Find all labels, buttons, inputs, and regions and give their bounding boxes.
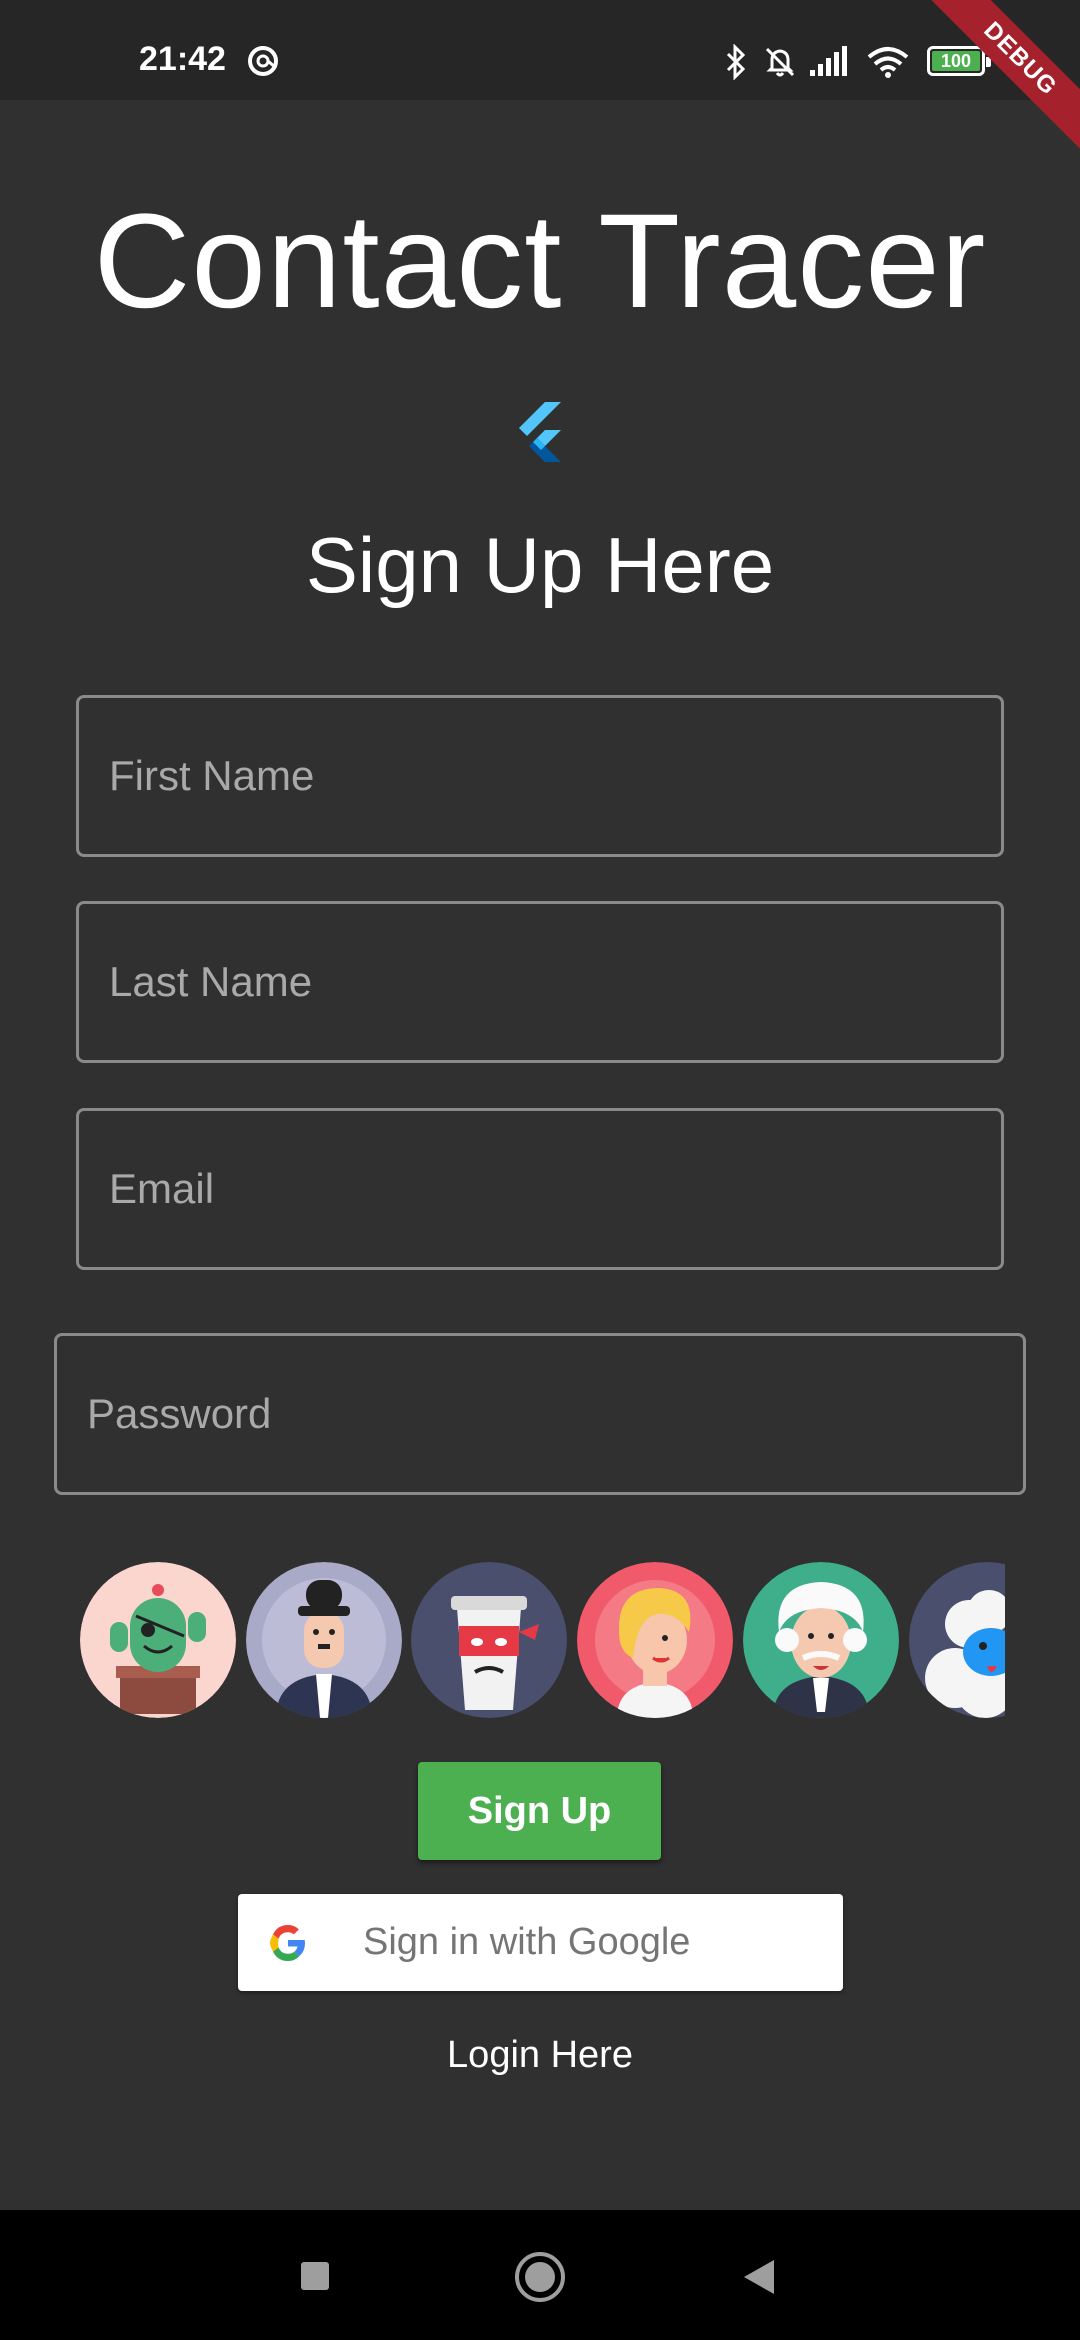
status-bar: 21:42 100 DEBUG [0, 0, 1080, 166]
coffee-cup-ninja-avatar[interactable] [411, 1562, 567, 1718]
wifi-icon [867, 47, 909, 78]
password-input[interactable] [57, 1336, 1023, 1492]
google-icon [270, 1925, 305, 1961]
email-input[interactable] [79, 1111, 1001, 1267]
last-name-input[interactable] [79, 904, 1001, 1060]
last-name-field [76, 901, 1004, 1063]
sheep-avatar[interactable] [909, 1562, 1005, 1718]
battery-level: 100 [932, 51, 980, 71]
password-field [54, 1333, 1026, 1495]
flutter-logo-icon [519, 402, 561, 462]
battery-icon: 100 [927, 46, 991, 76]
google-sign-in-label: Sign in with Google [363, 1921, 691, 1963]
login-link[interactable]: Login Here [0, 2034, 1080, 2077]
cactus-pirate-avatar[interactable] [80, 1562, 236, 1718]
first-name-field [76, 695, 1004, 857]
email-field [76, 1108, 1004, 1270]
recents-square-icon[interactable] [299, 2260, 331, 2292]
system-nav-bar [0, 2210, 1080, 2340]
first-name-input[interactable] [79, 698, 1001, 854]
gentleman-bowler-avatar[interactable] [246, 1562, 402, 1718]
app-title: Contact Tracer [93, 187, 987, 336]
blonde-woman-avatar[interactable] [577, 1562, 733, 1718]
old-scientist-avatar[interactable] [743, 1562, 899, 1718]
debug-banner: DEBUG [913, 0, 1080, 166]
back-triangle-icon[interactable] [742, 2258, 776, 2296]
home-circle-icon[interactable] [513, 2250, 567, 2304]
google-sign-in-button[interactable]: Sign in with Google [238, 1894, 843, 1991]
sign-up-button[interactable]: Sign Up [418, 1762, 661, 1860]
signal-icon [810, 46, 847, 76]
page-subtitle: Sign Up Here [305, 521, 775, 609]
status-time: 21:42 [139, 40, 226, 78]
at-sign-icon [248, 46, 278, 76]
bluetooth-icon [726, 44, 746, 80]
alarm-off-icon [765, 47, 795, 77]
avatar-picker[interactable] [80, 1562, 1005, 1722]
